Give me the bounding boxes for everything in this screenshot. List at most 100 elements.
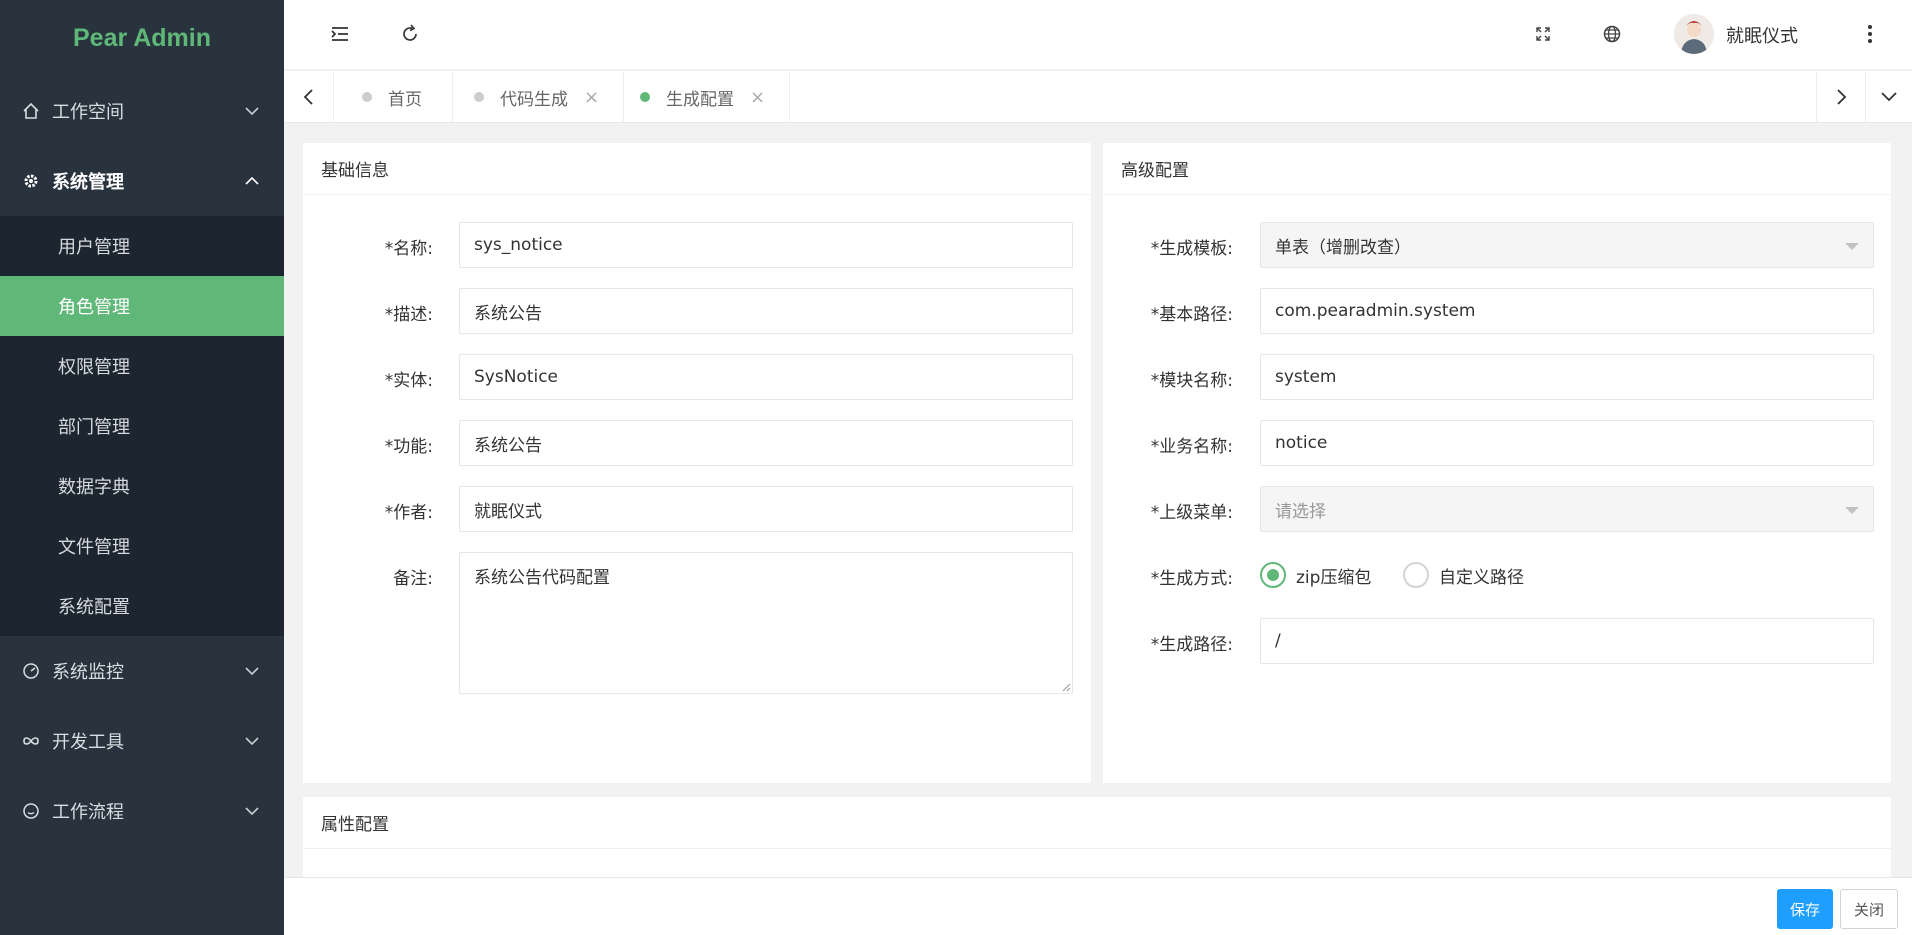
menu-label: 工作空间: [52, 98, 124, 124]
menu-label: 工作流程: [52, 798, 124, 824]
submenu-item-users[interactable]: 用户管理: [0, 216, 284, 276]
card-title: 属性配置: [303, 797, 1891, 849]
gear-icon: [22, 172, 40, 190]
radio-custom-path[interactable]: 自定义路径: [1403, 552, 1524, 598]
card-title: 基础信息: [303, 143, 1091, 195]
submenu-item-roles[interactable]: 角色管理: [0, 276, 284, 336]
parent-menu-select[interactable]: 请选择: [1260, 486, 1874, 532]
base-path-input[interactable]: com.pearadmin.system: [1260, 288, 1874, 334]
form-row-base-path: *基本路径: com.pearadmin.system: [1103, 288, 1891, 334]
form-row-function: *功能: 系统公告: [303, 420, 1091, 466]
top-header: 就眠仪式: [284, 0, 1912, 70]
home-icon: [22, 102, 40, 120]
close-button[interactable]: 关闭: [1840, 889, 1898, 929]
function-input[interactable]: 系统公告: [459, 420, 1073, 466]
submenu-item-files[interactable]: 文件管理: [0, 516, 284, 576]
tab-gen-config[interactable]: 生成配置 ×: [620, 71, 790, 123]
submenu-item-permissions[interactable]: 权限管理: [0, 336, 284, 396]
submenu-item-config[interactable]: 系统配置: [0, 576, 284, 636]
advanced-config-card: 高级配置 *生成模板: 单表（增删改查） *基本路径: com.pearadmi…: [1103, 143, 1891, 783]
tab-dot: [474, 92, 484, 102]
avatar[interactable]: [1674, 14, 1714, 54]
select-placeholder: 请选择: [1275, 497, 1326, 522]
basic-info-card: 基础信息 *名称: sys_notice *描述: 系统公告 *实体: SysN…: [303, 143, 1091, 783]
field-label: *业务名称:: [1123, 432, 1233, 457]
close-icon[interactable]: ×: [584, 87, 599, 108]
field-label: 备注:: [363, 564, 433, 589]
field-label: *作者:: [363, 498, 433, 523]
radio-label: zip压缩包: [1296, 563, 1371, 588]
submenu-system: 用户管理 角色管理 权限管理 部门管理 数据字典 文件管理 系统配置: [0, 216, 284, 636]
radio-zip[interactable]: zip压缩包: [1260, 552, 1371, 598]
fullscreen-icon[interactable]: [1529, 20, 1557, 48]
form-row-entity: *实体: SysNotice: [303, 354, 1091, 400]
infinity-icon: [22, 732, 40, 750]
tab-scroll-left-button[interactable]: [284, 71, 334, 123]
name-input[interactable]: sys_notice: [459, 222, 1073, 268]
tab-label: 代码生成: [500, 85, 568, 110]
form-row-module: *模块名称: system: [1103, 354, 1891, 400]
field-label: *名称:: [363, 234, 433, 259]
field-label: *实体:: [363, 366, 433, 391]
chevron-down-icon: [244, 103, 260, 119]
form-row-parent-menu: *上级菜单: 请选择: [1103, 486, 1891, 532]
submenu-item-departments[interactable]: 部门管理: [0, 396, 284, 456]
menu-label: 系统监控: [52, 658, 124, 684]
radio-unchecked-icon: [1403, 562, 1429, 588]
tab-dot: [362, 92, 372, 102]
author-input[interactable]: 就眠仪式: [459, 486, 1073, 532]
form-row-name: *名称: sys_notice: [303, 222, 1091, 268]
close-icon[interactable]: ×: [750, 87, 765, 108]
smile-icon: [22, 802, 40, 820]
refresh-icon[interactable]: [396, 20, 424, 48]
chevron-up-icon: [244, 173, 260, 189]
footer-bar: 保存 关闭: [284, 877, 1912, 935]
tab-scroll-right-button[interactable]: [1816, 71, 1866, 123]
save-button[interactable]: 保存: [1777, 889, 1833, 929]
tab-codegen[interactable]: 代码生成 ×: [454, 71, 624, 123]
submenu-item-dictionary[interactable]: 数据字典: [0, 456, 284, 516]
form-row-gen-mode: *生成方式: zip压缩包 自定义路径: [1103, 552, 1891, 598]
chevron-down-icon: [244, 733, 260, 749]
tab-label: 首页: [388, 85, 422, 110]
radio-checked-icon: [1260, 562, 1286, 588]
entity-input[interactable]: SysNotice: [459, 354, 1073, 400]
globe-icon[interactable]: [1598, 20, 1626, 48]
username[interactable]: 就眠仪式: [1726, 22, 1798, 48]
chevron-down-icon: [244, 803, 260, 819]
sidebar: Pear Admin 工作空间 系统管理 用户管理 角色管理 权限管理 部门管理…: [0, 0, 284, 935]
field-label: *生成模板:: [1123, 234, 1233, 259]
menu-workflow[interactable]: 工作流程: [0, 776, 284, 846]
gen-path-input[interactable]: /: [1260, 618, 1874, 664]
menu-label: 系统管理: [52, 168, 124, 194]
tabs-bar: 首页 代码生成 × 生成配置 ×: [284, 71, 1912, 123]
select-value: 单表（增删改查）: [1275, 233, 1411, 258]
menu-monitor[interactable]: 系统监控: [0, 636, 284, 706]
remark-textarea[interactable]: 系统公告代码配置: [459, 552, 1073, 694]
menu-system[interactable]: 系统管理: [0, 146, 284, 216]
chevron-left-icon: [302, 88, 316, 106]
field-label: *模块名称:: [1123, 366, 1233, 391]
template-select[interactable]: 单表（增删改查）: [1260, 222, 1874, 268]
field-label: *生成方式:: [1123, 564, 1233, 589]
desc-input[interactable]: 系统公告: [459, 288, 1073, 334]
field-label: *上级菜单:: [1123, 498, 1233, 523]
business-name-input[interactable]: notice: [1260, 420, 1874, 466]
caret-down-icon: [1845, 243, 1859, 250]
property-config-card: 属性配置: [303, 797, 1891, 877]
resize-handle-icon[interactable]: [1061, 682, 1071, 692]
module-name-input[interactable]: system: [1260, 354, 1874, 400]
chevron-down-icon: [244, 663, 260, 679]
tab-home[interactable]: 首页: [334, 71, 453, 123]
form-row-template: *生成模板: 单表（增删改查）: [1103, 222, 1891, 268]
form-row-business: *业务名称: notice: [1103, 420, 1891, 466]
tab-menu-button[interactable]: [1866, 71, 1912, 123]
more-vertical-icon[interactable]: [1856, 20, 1884, 48]
collapse-menu-icon[interactable]: [326, 20, 354, 48]
menu-workspace[interactable]: 工作空间: [0, 76, 284, 146]
menu-devtools[interactable]: 开发工具: [0, 706, 284, 776]
radio-label: 自定义路径: [1439, 563, 1524, 588]
field-label: *生成路径:: [1123, 630, 1233, 655]
field-label: *描述:: [363, 300, 433, 325]
chevron-right-icon: [1834, 88, 1848, 106]
